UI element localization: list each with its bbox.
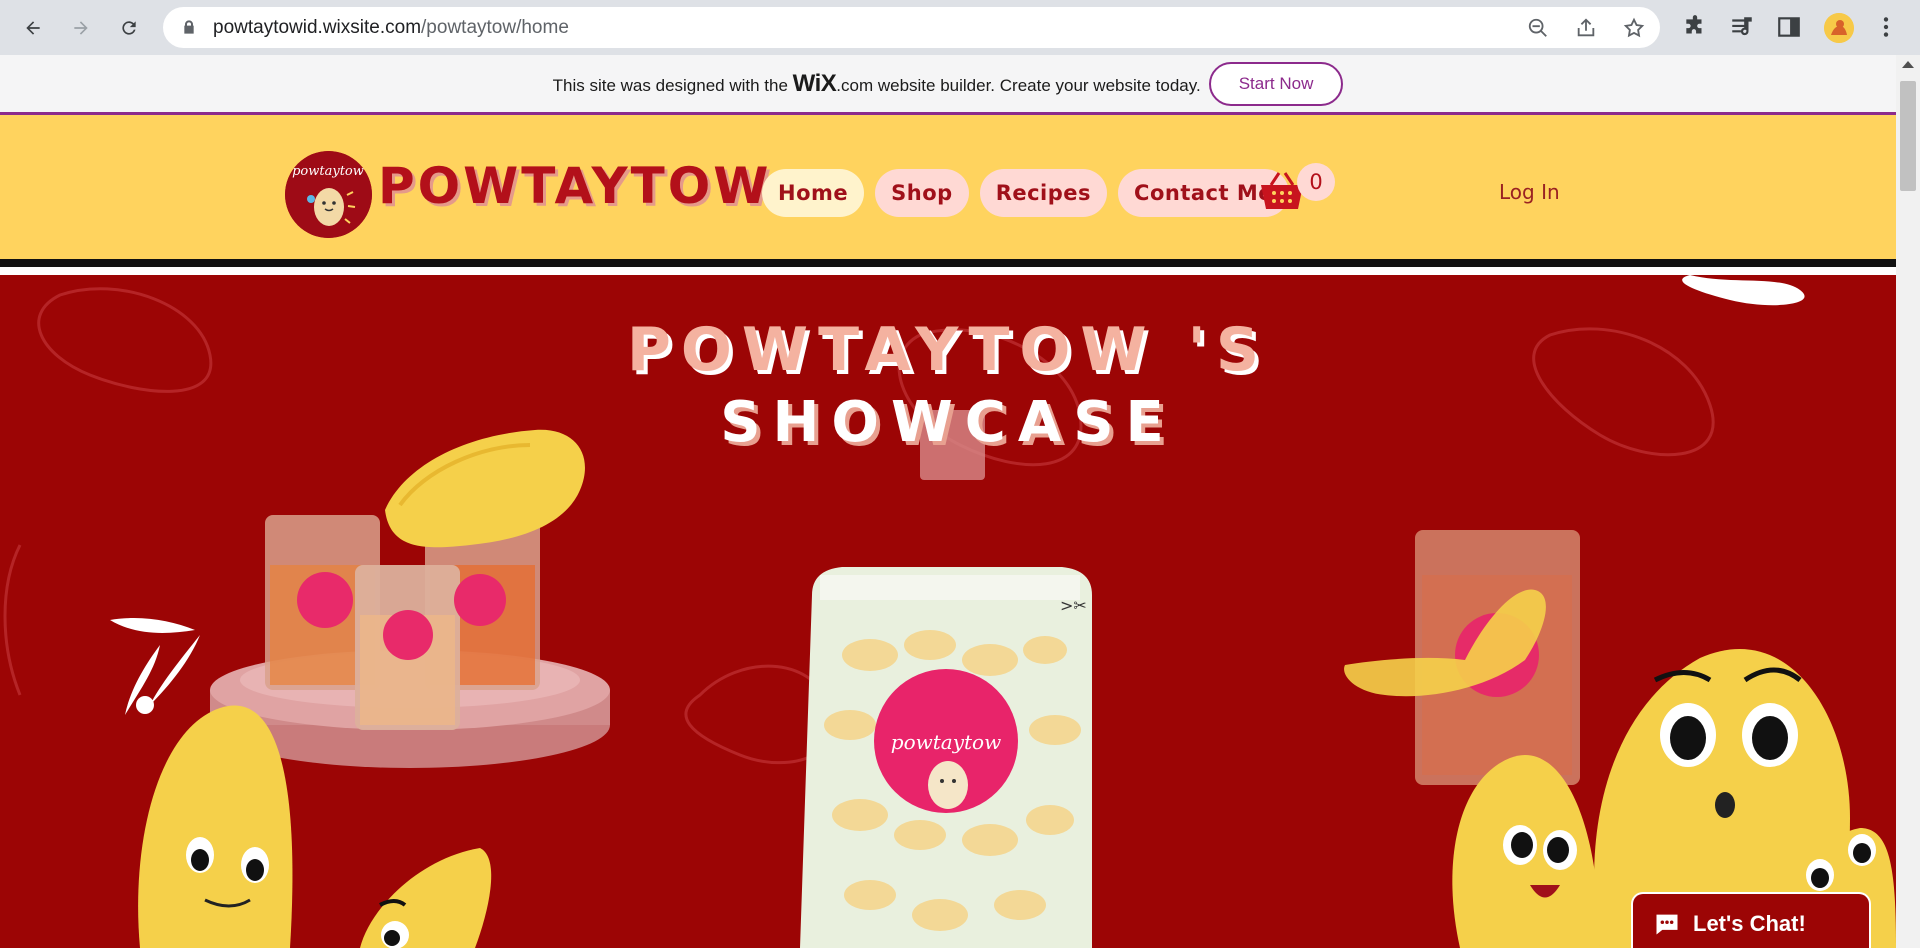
wix-text-before: This site was designed with the <box>552 75 793 95</box>
reload-icon[interactable] <box>113 12 145 44</box>
hero-title-line2: SHOWCASE <box>720 390 1176 455</box>
main-nav: Home Shop Recipes Contact Me <box>762 169 1289 217</box>
cart-count-badge[interactable]: 0 <box>1297 163 1335 201</box>
scroll-up-arrow-icon[interactable] <box>1902 61 1914 68</box>
nav-shop[interactable]: Shop <box>875 169 969 217</box>
svg-text:powtaytow: powtaytow <box>292 164 364 179</box>
url-path: /powtaytow/home <box>421 17 569 38</box>
forward-icon[interactable] <box>65 12 97 44</box>
browser-window: powtaytowid.wixsite.com/powtaytow/home T… <box>0 0 1920 948</box>
address-bar[interactable]: powtaytowid.wixsite.com/powtaytow/home <box>163 7 1660 48</box>
back-icon[interactable] <box>17 12 49 44</box>
nav-home[interactable]: Home <box>762 169 865 217</box>
start-now-button[interactable]: Start Now <box>1208 61 1344 106</box>
nav-recipes[interactable]: Recipes <box>979 169 1108 217</box>
potato-logo-icon[interactable]: powtaytow <box>285 151 372 238</box>
wix-text-after: website builder. Create your website tod… <box>873 75 1201 95</box>
more-menu-icon[interactable] <box>1873 14 1899 40</box>
svg-text:>✂: >✂ <box>1060 596 1087 615</box>
url-text[interactable]: powtaytowid.wixsite.com/powtaytow/home <box>213 17 569 39</box>
login-link[interactable]: Log In <box>1499 180 1560 204</box>
lock-icon[interactable] <box>181 19 197 35</box>
lets-chat-button[interactable]: Let's Chat! <box>1631 892 1871 948</box>
url-domain: powtaytowid.wixsite.com <box>213 17 422 38</box>
zoom-out-icon[interactable] <box>1527 17 1549 39</box>
hero-showcase: powtaytow >✂ POWTAYTOW 'S SHOWCASE <box>0 275 1896 948</box>
hero-title-line1: POWTAYTOW 'S <box>626 315 1270 385</box>
bag-label-text: powtaytow <box>891 730 1001 754</box>
side-panel-icon[interactable] <box>1776 14 1802 40</box>
wix-dotcom: .com <box>836 75 874 95</box>
share-icon[interactable] <box>1575 17 1597 39</box>
chat-label: Let's Chat! <box>1693 911 1806 936</box>
extensions-icon[interactable] <box>1682 14 1708 40</box>
wix-promo-banner: This site was designed with the WiX.com … <box>0 55 1896 115</box>
scroll-thumb[interactable] <box>1900 81 1916 191</box>
site-header: powtaytow POWTAYTOW Home Shop Recipes Co… <box>0 115 1896 267</box>
wix-banner-text: This site was designed with the WiX.com … <box>553 70 1201 98</box>
brand-name[interactable]: POWTAYTOW <box>378 157 771 215</box>
bookmark-star-icon[interactable] <box>1623 17 1645 39</box>
wix-logo: WiX <box>792 69 837 97</box>
page-scrollbar[interactable] <box>1896 55 1920 948</box>
chat-bubble-icon <box>1656 914 1678 935</box>
browser-toolbar: powtaytowid.wixsite.com/powtaytow/home <box>0 0 1920 55</box>
profile-avatar[interactable] <box>1824 13 1854 43</box>
media-control-icon[interactable] <box>1729 14 1755 40</box>
